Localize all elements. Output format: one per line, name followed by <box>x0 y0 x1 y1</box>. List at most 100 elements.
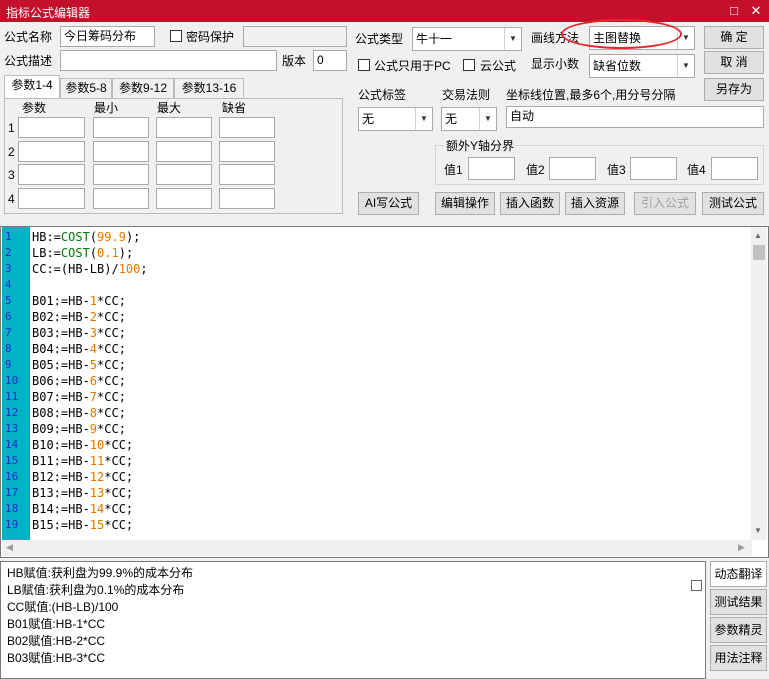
line-number: 16 <box>5 470 19 483</box>
test-formula-button[interactable]: 测试公式 <box>702 192 764 215</box>
y-value-4-input[interactable] <box>711 157 758 180</box>
code-line: B11:=HB-11*CC; <box>32 453 133 469</box>
desc-input[interactable] <box>60 50 277 71</box>
insert-resource-button[interactable]: 插入资源 <box>565 192 625 215</box>
tab-params-1-4[interactable]: 参数1-4 <box>4 75 60 99</box>
code-line: LB:=COST(0.1); <box>32 245 133 261</box>
import-formula-button[interactable]: 引入公式 <box>634 192 696 215</box>
code-token: *CC; <box>97 358 126 372</box>
code-token: B04:=HB- <box>32 342 90 356</box>
code-token: 6 <box>89 374 98 388</box>
param-min-input[interactable] <box>93 164 149 185</box>
param-max-input[interactable] <box>156 117 212 138</box>
param-name-input[interactable] <box>18 164 85 185</box>
password-input[interactable] <box>243 26 347 47</box>
param-max-input[interactable] <box>156 164 212 185</box>
scroll-down-icon[interactable]: ▼ <box>754 526 762 535</box>
type-value: 牛十一 <box>416 32 453 46</box>
param-default-input[interactable] <box>219 117 275 138</box>
save-as-button[interactable]: 另存为 <box>704 78 764 101</box>
code-line: B04:=HB-4*CC; <box>32 341 126 357</box>
param-max-input[interactable] <box>156 141 212 162</box>
code-token: *CC; <box>104 438 134 452</box>
tab-params-9-12[interactable]: 参数9-12 <box>112 78 174 99</box>
code-token: 4 <box>89 342 98 356</box>
y-value-3-input[interactable] <box>630 157 677 180</box>
trade-select[interactable]: 无 ▼ <box>441 107 497 131</box>
param-min-input[interactable] <box>93 141 149 162</box>
param-name-input[interactable] <box>18 117 85 138</box>
y-value-2-input[interactable] <box>549 157 596 180</box>
decimals-label: 显示小数 <box>531 57 580 71</box>
tab-params-13-16[interactable]: 参数13-16 <box>174 78 244 99</box>
close-icon[interactable]: ✕ <box>746 2 766 20</box>
horizontal-scrollbar[interactable]: ◀ ▶ <box>2 540 752 556</box>
decimals-select[interactable]: 缺省位数 ▼ <box>589 54 695 78</box>
param-name-input[interactable] <box>18 141 85 162</box>
scroll-thumb[interactable] <box>753 245 765 260</box>
code-line: B09:=HB-9*CC; <box>32 421 126 437</box>
version-input[interactable]: 0 <box>313 50 347 71</box>
param-wizard-button[interactable]: 参数精灵 <box>710 617 767 643</box>
vertical-scrollbar[interactable]: ▲ ▼ <box>751 227 767 540</box>
pc-only-checkbox[interactable] <box>358 59 370 71</box>
code-token: LB:= <box>32 246 61 260</box>
cancel-button[interactable]: 取 消 <box>704 51 764 74</box>
line-number: 8 <box>5 342 12 355</box>
code-editor[interactable]: 1 HB:=COST(99.9); 2 LB:=COST(0.1); 3 CC:=(HB-… <box>0 226 769 558</box>
desc-checkbox[interactable] <box>691 580 702 591</box>
edit-ops-button[interactable]: 编辑操作 <box>435 192 495 215</box>
code-token: HB:= <box>32 230 61 244</box>
code-token: B10:=HB- <box>32 438 90 452</box>
cloud-label: 云公式 <box>480 59 517 73</box>
usage-notes-button[interactable]: 用法注释 <box>710 645 767 671</box>
line-number: 9 <box>5 358 12 371</box>
tag-select[interactable]: 无 ▼ <box>358 107 433 131</box>
code-line: B05:=HB-5*CC; <box>32 357 126 373</box>
password-checkbox[interactable] <box>170 30 182 42</box>
param-min-input[interactable] <box>93 188 149 209</box>
code-token: 1 <box>89 294 98 308</box>
test-result-button[interactable]: 测试结果 <box>710 589 767 615</box>
code-token: 9 <box>89 422 98 436</box>
help-icon[interactable]: □ <box>724 2 744 20</box>
scroll-right-icon[interactable]: ▶ <box>738 542 745 553</box>
line-number: 2 <box>5 246 12 259</box>
line-number: 10 <box>5 374 19 387</box>
type-select[interactable]: 牛十一 ▼ <box>412 27 522 51</box>
y-value-1-input[interactable] <box>468 157 515 180</box>
tab-params-5-8[interactable]: 参数5-8 <box>60 78 112 99</box>
param-max-input[interactable] <box>156 188 212 209</box>
window-title: 指标公式编辑器 <box>6 6 91 20</box>
y-value-3-label: 值3 <box>607 163 626 177</box>
scroll-left-icon[interactable]: ◀ <box>6 542 13 553</box>
code-token: B05:=HB- <box>32 358 90 372</box>
code-token: *CC; <box>97 422 126 436</box>
code-token: 15 <box>89 518 105 532</box>
code-line: B03:=HB-3*CC; <box>32 325 126 341</box>
coord-input[interactable]: 自动 <box>506 106 764 128</box>
code-token: *CC; <box>97 342 126 356</box>
code-token: 3 <box>89 326 98 340</box>
param-name-input[interactable] <box>18 188 85 209</box>
line-number: 14 <box>5 438 19 451</box>
code-token: *CC; <box>97 294 126 308</box>
code-token: B01:=HB- <box>32 294 90 308</box>
ai-write-button[interactable]: AI写公式 <box>358 192 419 215</box>
cloud-checkbox[interactable] <box>463 59 475 71</box>
param-default-input[interactable] <box>219 164 275 185</box>
param-min-input[interactable] <box>93 117 149 138</box>
line-number: 17 <box>5 486 19 499</box>
name-input[interactable]: 今日筹码分布 <box>60 26 155 47</box>
param-default-input[interactable] <box>219 141 275 162</box>
param-default-input[interactable] <box>219 188 275 209</box>
chevron-down-icon: ▼ <box>415 108 432 130</box>
line-number: 7 <box>5 326 12 339</box>
ok-button[interactable]: 确 定 <box>704 26 764 49</box>
scroll-up-icon[interactable]: ▲ <box>754 231 762 240</box>
desc-label: 公式描述 <box>4 54 53 68</box>
code-line: HB:=COST(99.9); <box>32 229 140 245</box>
dynamic-translate-button[interactable]: 动态翻译 <box>710 561 767 587</box>
insert-function-button[interactable]: 插入函数 <box>500 192 560 215</box>
chevron-down-icon: ▼ <box>504 28 521 50</box>
